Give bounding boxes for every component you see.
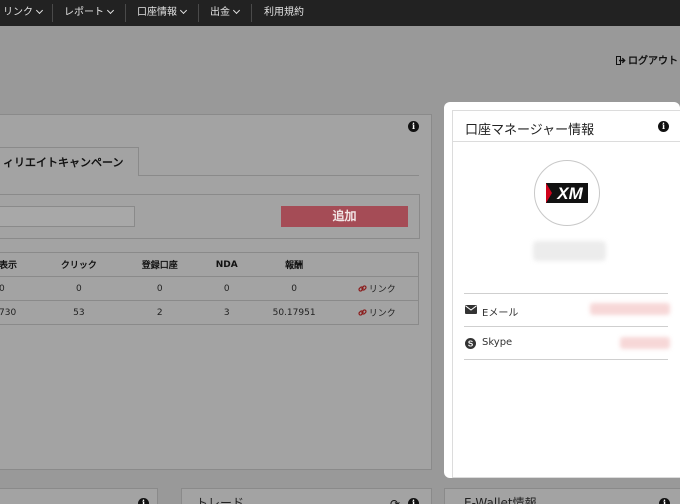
contact-divider: [464, 359, 668, 360]
manager-panel-title: 口座マネージャー情報: [465, 123, 595, 138]
logout-label: ログアウト: [628, 56, 678, 67]
table-header-row: 表示 クリック 登録口座 NDA 報酬: [0, 252, 419, 277]
nav-divider: [125, 4, 126, 22]
logout-button[interactable]: ログアウト: [616, 52, 678, 67]
envelope-icon: [465, 305, 477, 314]
email-value-redacted: [590, 303, 670, 315]
add-button[interactable]: 追加: [281, 206, 408, 227]
manager-name-redacted: [533, 241, 606, 261]
nav-item-label: 口座情報: [137, 7, 177, 18]
skype-icon: S: [465, 338, 476, 349]
nav-divider: [198, 4, 199, 22]
manager-avatar: XM: [534, 160, 600, 226]
table-cell: 730: [0, 307, 17, 318]
table-cell: 53: [73, 307, 85, 318]
column-header: 表示: [0, 252, 39, 277]
logout-icon: [616, 56, 626, 65]
chevron-down-icon: [232, 6, 241, 15]
table-cell: 50.17951: [272, 307, 316, 318]
nav-item-links[interactable]: リンク: [3, 0, 44, 26]
nav-item-account-info[interactable]: 口座情報: [137, 0, 188, 26]
info-icon[interactable]: i: [138, 498, 149, 504]
svg-text:S: S: [468, 340, 474, 349]
table-cell: 0: [200, 276, 253, 301]
info-icon[interactable]: i: [408, 498, 419, 504]
table-cell: 0: [0, 276, 39, 301]
refresh-icon[interactable]: ⟳: [390, 497, 400, 504]
link-label: リンク: [368, 285, 396, 295]
column-header: 報酬: [252, 252, 336, 277]
bottom-panel-left: [0, 488, 158, 504]
table-cell: 3: [223, 307, 230, 318]
svg-text:XM: XM: [556, 184, 583, 203]
campaign-link[interactable]: リンク: [336, 301, 419, 325]
table-cell: 0: [118, 276, 201, 301]
tab-affiliate-campaign[interactable]: ィリエイトキャンペーン: [0, 147, 139, 176]
skype-value-redacted: [620, 337, 670, 349]
nav-divider: [251, 4, 252, 22]
campaign-stats-table: 表示 クリック 登録口座 NDA 報酬 0 0 0 0 0 リンク 730 53…: [0, 252, 419, 325]
chevron-down-icon: [106, 6, 115, 15]
nav-item-label: 利用規約: [264, 7, 304, 18]
info-icon[interactable]: i: [408, 121, 419, 132]
table-row: 730 53 2 3 50.17951 リンク: [0, 301, 419, 325]
manager-title-divider: [452, 141, 680, 142]
table-cell: 0: [38, 276, 119, 301]
tab-label: ィリエイトキャンペーン: [3, 156, 124, 169]
skype-label: Skype: [482, 337, 513, 348]
nav-item-withdrawal[interactable]: 出金: [210, 0, 241, 26]
chevron-down-icon: [179, 6, 188, 15]
info-icon[interactable]: i: [658, 121, 669, 132]
column-header: NDA: [200, 252, 253, 277]
column-header: 登録口座: [118, 252, 201, 277]
link-label: リンク: [368, 309, 396, 319]
info-icon[interactable]: i: [659, 498, 670, 504]
nav-item-label: リンク: [3, 7, 33, 18]
account-manager-panel: 口座マネージャー情報 i: [444, 102, 680, 478]
nav-item-label: 出金: [210, 7, 230, 18]
xm-logo: XM: [546, 183, 588, 203]
table-cell: 0: [252, 276, 336, 301]
table-row: 0 0 0 0 0 リンク: [0, 276, 419, 301]
nav-item-label: レポート: [64, 7, 104, 18]
column-header: [335, 252, 419, 277]
campaign-link[interactable]: リンク: [335, 276, 419, 301]
link-icon: [358, 309, 367, 316]
column-header: クリック: [38, 252, 119, 277]
ewallet-panel-title: E-Wallet情報: [464, 496, 537, 504]
tab-divider: [139, 175, 419, 176]
top-navigation-bar: リンク レポート 口座情報 出金 利用規約: [0, 0, 680, 26]
nav-item-terms[interactable]: 利用規約: [264, 0, 304, 26]
trade-panel-title: トレード: [196, 496, 245, 504]
table-cell: 2: [156, 307, 163, 318]
nav-item-reports[interactable]: レポート: [64, 0, 115, 26]
link-icon: [358, 285, 367, 292]
nav-divider: [52, 4, 53, 22]
chevron-down-icon: [35, 6, 44, 15]
email-label: Eメール: [482, 308, 519, 319]
campaign-name-input[interactable]: [0, 206, 135, 227]
